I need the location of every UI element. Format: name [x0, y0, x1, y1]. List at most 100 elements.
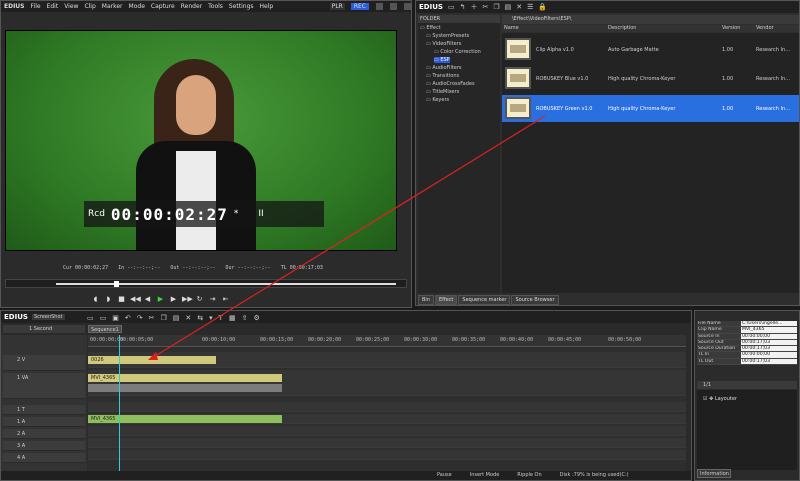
- tree-node-color-correction[interactable]: ▭ Color Correction: [434, 49, 481, 55]
- export-icon[interactable]: ⇪: [242, 314, 248, 322]
- menu-file[interactable]: File: [31, 3, 41, 10]
- menu-clip[interactable]: Clip: [84, 3, 95, 10]
- lane-2v[interactable]: 0026: [88, 352, 686, 368]
- tab-sequence-marker[interactable]: Sequence marker: [458, 295, 511, 305]
- tab-sequence1[interactable]: Sequence1: [88, 325, 122, 333]
- menu-settings[interactable]: Settings: [229, 3, 254, 10]
- menu-render[interactable]: Render: [181, 3, 202, 10]
- tree-node-transitions[interactable]: ▭ Transitions: [426, 73, 459, 79]
- loop-icon[interactable]: ↻: [195, 295, 204, 304]
- menu-help[interactable]: Help: [260, 3, 274, 10]
- marker-icon[interactable]: ▾: [209, 314, 213, 322]
- col-description[interactable]: Description: [608, 25, 636, 32]
- list-item[interactable]: ROBUSKEY Blue v1.0 High quality Chroma-K…: [502, 65, 799, 92]
- set-out-icon[interactable]: ◗: [104, 295, 113, 304]
- menu-marker[interactable]: Marker: [102, 3, 123, 10]
- close-icon[interactable]: [404, 3, 411, 10]
- minimize-icon[interactable]: [376, 3, 383, 10]
- lock-icon[interactable]: 🔒: [538, 3, 547, 11]
- tree-node-systempresets[interactable]: ▭ SystemPresets: [426, 33, 469, 39]
- list-item-selected[interactable]: ROBUSKEY Green v1.0 High quality Chroma-…: [502, 95, 799, 122]
- col-name[interactable]: Name: [504, 25, 519, 32]
- rec-toggle[interactable]: REC: [350, 3, 369, 10]
- copy-icon[interactable]: ❐: [161, 314, 167, 322]
- track-header-3a[interactable]: 3 A: [3, 441, 85, 451]
- lane-1a[interactable]: MVI_4365: [88, 414, 686, 424]
- ripple-icon[interactable]: ⇆: [197, 314, 203, 322]
- tree-node-effect[interactable]: ▭ Effect: [420, 25, 441, 31]
- col-version[interactable]: Version: [722, 25, 740, 32]
- maximize-icon[interactable]: [390, 3, 397, 10]
- clip-mvi-4365-video[interactable]: MVI_4365: [88, 374, 282, 382]
- delete-icon[interactable]: ✕: [516, 3, 522, 11]
- tree-node-videofilters[interactable]: ▭ VideoFilters: [426, 41, 461, 47]
- scrub-handle[interactable]: [114, 281, 119, 287]
- plr-toggle[interactable]: PLR: [329, 3, 345, 10]
- tab-bin[interactable]: Bin: [418, 295, 434, 305]
- track-header-2v[interactable]: 2 V: [3, 355, 85, 371]
- tree-node-keyers[interactable]: ▭ Keyers: [426, 97, 449, 103]
- stop-icon[interactable]: ■: [117, 295, 126, 304]
- scrub-bar[interactable]: [5, 279, 407, 288]
- step-back-icon[interactable]: ◀: [143, 295, 152, 304]
- track-header-4a[interactable]: 4 A: [3, 453, 85, 463]
- settings-icon[interactable]: ⚙: [253, 314, 259, 322]
- layer-item-layouter[interactable]: ☑ ✥ Layouter: [703, 396, 737, 402]
- rewind-icon[interactable]: ◀◀: [130, 295, 141, 304]
- overwrite-icon[interactable]: ⇤: [221, 295, 230, 304]
- track-header-1t[interactable]: 1 T: [3, 405, 85, 415]
- title-icon[interactable]: T: [219, 314, 223, 322]
- tab-source-browser[interactable]: Source Browser: [511, 295, 559, 305]
- tab-effect[interactable]: Effect: [435, 295, 458, 305]
- lane-1t[interactable]: [88, 402, 686, 412]
- scale-control[interactable]: 1 Second: [3, 325, 85, 333]
- paste-icon[interactable]: ▤: [505, 3, 512, 11]
- tree-node-audiocrossfades[interactable]: ▭ AudioCrossFades: [426, 81, 475, 87]
- view-icon[interactable]: ☰: [527, 3, 533, 11]
- track-header-1a[interactable]: 1 A: [3, 417, 85, 427]
- redo-icon[interactable]: ↷: [137, 314, 143, 322]
- up-folder-icon[interactable]: ↰: [460, 3, 466, 11]
- lane-4a[interactable]: [88, 450, 686, 460]
- clip-0026[interactable]: 0026: [88, 356, 216, 364]
- status-ripple[interactable]: Ripple On: [517, 471, 541, 480]
- new-sequence-icon[interactable]: ▭: [87, 314, 94, 322]
- step-forward-icon[interactable]: ▶: [169, 295, 178, 304]
- lane-1va[interactable]: MVI_4365: [88, 370, 686, 396]
- folder-icon[interactable]: ▭: [448, 3, 455, 11]
- lane-3a[interactable]: [88, 438, 686, 448]
- delete-icon[interactable]: ✕: [185, 314, 191, 322]
- menu-edit[interactable]: Edit: [47, 3, 59, 10]
- clip-mvi-4365-audio-link[interactable]: [88, 384, 282, 392]
- list-item[interactable]: Clip Alpha v1.0 Auto Garbage Matte 1.00 …: [502, 36, 799, 63]
- play-icon[interactable]: ▶: [156, 295, 165, 304]
- insert-icon[interactable]: ⇥: [208, 295, 217, 304]
- tree-node-audiofilters[interactable]: ▭ AudioFilters: [426, 65, 462, 71]
- copy-icon[interactable]: ❐: [493, 3, 499, 11]
- paste-icon[interactable]: ▤: [173, 314, 180, 322]
- menu-mode[interactable]: Mode: [129, 3, 145, 10]
- fast-forward-icon[interactable]: ▶▶: [182, 295, 193, 304]
- track-header-2a[interactable]: 2 A: [3, 429, 85, 439]
- menu-capture[interactable]: Capture: [151, 3, 175, 10]
- clip-mvi-4365-audio[interactable]: MVI_4365: [88, 415, 282, 423]
- undo-icon[interactable]: ↶: [125, 314, 131, 322]
- save-icon[interactable]: ▣: [112, 314, 119, 322]
- tab-information[interactable]: Information: [697, 469, 731, 478]
- scrub-track[interactable]: [56, 283, 396, 285]
- menu-tools[interactable]: Tools: [208, 3, 223, 10]
- time-ruler[interactable]: 00:00:00;00 00:00:05;00 00:00:10;00 00:0…: [88, 335, 686, 347]
- new-folder-icon[interactable]: ＋: [470, 3, 477, 11]
- tree-node-esp[interactable]: ▭ ESP: [434, 57, 450, 63]
- tree-node-titlemixers[interactable]: ▭ TitleMixers: [426, 89, 459, 95]
- open-icon[interactable]: ▭: [100, 314, 107, 322]
- lane-2a[interactable]: [88, 426, 686, 436]
- track-area[interactable]: 0026 MVI_4365 MVI_4365: [88, 348, 686, 471]
- set-in-icon[interactable]: ◖: [91, 295, 100, 304]
- menu-view[interactable]: View: [64, 3, 78, 10]
- col-vendor[interactable]: Vendor: [756, 25, 774, 32]
- playhead[interactable]: [119, 335, 120, 471]
- cut-icon[interactable]: ✂: [149, 314, 155, 322]
- status-insert-mode[interactable]: Insert Mode: [470, 471, 500, 480]
- render-icon[interactable]: ▦: [229, 314, 236, 322]
